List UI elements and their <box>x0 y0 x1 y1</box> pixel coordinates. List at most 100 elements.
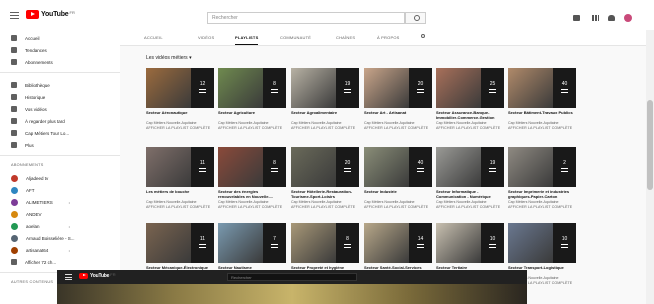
tab-1[interactable]: VIDÉOS <box>198 35 214 40</box>
playlist-card[interactable]: 12 Secteur Aéronautique Cap Métiers Nouvel… <box>146 68 214 130</box>
youtube-logo[interactable]: YouTube FR <box>26 10 75 19</box>
video-count: 19 <box>344 81 351 87</box>
playlist-title[interactable]: Secteur Bâtiment-Travaux Publics <box>508 110 576 120</box>
sidebar-item-sidebar.subscriptions-0[interactable]: Aljadeed tv <box>0 172 120 184</box>
sidebar-item-sidebar.library-1[interactable]: Historique <box>0 91 120 103</box>
playlist-thumbnail[interactable]: 8 <box>218 68 286 108</box>
playlist-card[interactable]: 19 Secteur Informatique - Communication -… <box>436 147 504 209</box>
playlist-title[interactable]: Les métiers de bouche <box>146 189 214 199</box>
sidebar-item-sidebar.items-2[interactable]: Abonnements <box>0 56 120 68</box>
view-full-playlist-link[interactable]: AFFICHER LA PLAYLIST COMPLÈTE <box>291 205 359 210</box>
sidebar-item-sidebar.library-2[interactable]: Vos vidéos <box>0 103 120 115</box>
view-full-playlist-link[interactable]: AFFICHER LA PLAYLIST COMPLÈTE <box>364 126 432 131</box>
playlist-card[interactable]: 25 Secteur Assurance-Banque-Immobilier-Co… <box>436 68 504 130</box>
playlist-thumbnail[interactable]: 25 <box>436 68 504 108</box>
playlist-card[interactable]: 8 Secteur des énergies renouvelables en N… <box>218 147 286 209</box>
sidebar-item-sidebar.subscriptions-3[interactable]: ANDEV <box>0 208 120 220</box>
menu-icon[interactable] <box>65 274 72 280</box>
playlist-card[interactable]: 11 Les métiers de bouche Cap Métiers Nouve… <box>146 147 214 209</box>
playlist-title[interactable]: Secteur Aéronautique <box>146 110 214 120</box>
logo-text: YouTube <box>41 11 69 18</box>
tab-2[interactable]: PLAYLISTS <box>235 35 259 45</box>
playlist-thumbnail[interactable]: 20 <box>291 147 359 187</box>
youtube-logo[interactable]: YouTube FR <box>79 271 116 279</box>
tab-5[interactable]: À PROPOS <box>377 35 400 40</box>
view-full-playlist-link[interactable]: AFFICHER LA PLAYLIST COMPLÈTE <box>218 205 286 210</box>
playlist-thumbnail[interactable]: 40 <box>364 147 432 187</box>
playlist-title[interactable]: Secteur des énergies renouvelables en No… <box>218 189 286 199</box>
playlist-thumbnail[interactable]: 7 <box>218 223 286 263</box>
playlist-title[interactable]: Secteur Agroalimentaire <box>291 110 359 120</box>
tab-0[interactable]: ACCUEIL <box>144 35 163 40</box>
playlist-title[interactable]: Secteur Industrie <box>364 189 432 199</box>
scrollbar-thumb[interactable] <box>647 100 653 190</box>
playlist-thumbnail[interactable]: 10 <box>436 223 504 263</box>
playlist-thumbnail[interactable]: 19 <box>436 147 504 187</box>
video-frame[interactable] <box>57 284 527 304</box>
channel-search-icon[interactable] <box>421 34 425 38</box>
sidebar-item-sidebar.subscriptions-7[interactable]: Afficher 72 ch... <box>0 256 120 268</box>
playlist-icon <box>489 168 496 172</box>
playlist-title[interactable]: Secteur Informatique - Communication - N… <box>436 189 504 199</box>
view-full-playlist-link[interactable]: AFFICHER LA PLAYLIST COMPLÈTE <box>364 205 432 210</box>
view-full-playlist-link[interactable]: AFFICHER LA PLAYLIST COMPLÈTE <box>436 126 504 131</box>
playlist-card[interactable]: 40 Secteur Industrie Cap Métiers Nouvelle-… <box>364 147 432 209</box>
view-full-playlist-link[interactable]: AFFICHER LA PLAYLIST COMPLÈTE <box>146 126 214 131</box>
playlist-thumbnail[interactable]: 20 <box>364 68 432 108</box>
view-full-playlist-link[interactable]: AFFICHER LA PLAYLIST COMPLÈTE <box>508 205 576 210</box>
logo-country: FR <box>110 271 116 277</box>
playlist-thumbnail[interactable]: 14 <box>364 223 432 263</box>
view-full-playlist-link[interactable]: AFFICHER LA PLAYLIST COMPLÈTE <box>291 126 359 131</box>
view-full-playlist-link[interactable]: AFFICHER LA PLAYLIST COMPLÈTE <box>146 205 214 210</box>
sidebar-item-sidebar.subscriptions-1[interactable]: AFT <box>0 184 120 196</box>
playlist-title[interactable]: Secteur Hôtellerie-Restauration-Tourisme… <box>291 189 359 199</box>
sidebar-item-sidebar.subscriptions-4[interactable]: aoelan • <box>0 220 120 232</box>
playlist-title[interactable]: Secteur Assurance-Banque-Immobilier-Comm… <box>436 110 504 120</box>
sidebar-item-sidebar.items-1[interactable]: Tendances <box>0 44 120 56</box>
search-input[interactable]: Rechercher <box>207 12 405 24</box>
playlist-title[interactable]: Secteur Imprimerie et industries graphiq… <box>508 189 576 199</box>
search-input[interactable]: Rechercher <box>227 273 357 281</box>
sidebar-item-label: AFT <box>26 187 35 193</box>
playlist-card[interactable]: 40 Secteur Bâtiment-Travaux Publics Cap Mé… <box>508 68 576 130</box>
playlist-card[interactable]: 20 Secteur Art - Artisanat Cap Métiers Nou… <box>364 68 432 130</box>
apps-grid-icon[interactable] <box>592 15 599 21</box>
playlist-thumbnail[interactable]: 19 <box>291 68 359 108</box>
playlist-card[interactable]: 8 Secteur Agriculture Cap Métiers Nouvelle… <box>218 68 286 130</box>
playlist-card[interactable]: 20 Secteur Hôtellerie-Restauration-Touris… <box>291 147 359 209</box>
sidebar-item-sidebar.library-3[interactable]: À regarder plus tard <box>0 115 120 127</box>
playlist-count-overlay: 11 <box>191 223 214 263</box>
sidebar-item-sidebar.subscriptions-5[interactable]: Arnaud Boisselière - S... <box>0 232 120 244</box>
menu-icon[interactable] <box>10 12 19 19</box>
mini-player[interactable]: YouTube FR Rechercher <box>57 270 527 304</box>
bell-icon[interactable] <box>608 15 615 21</box>
playlist-thumbnail[interactable]: 10 <box>508 223 576 263</box>
playlist-thumbnail[interactable]: 11 <box>146 223 214 263</box>
scrollbar[interactable] <box>646 30 654 304</box>
sidebar-item-sidebar.subscriptions-6[interactable]: artisanat64 • <box>0 244 120 256</box>
sidebar-item-sidebar.library-0[interactable]: Bibliothèque <box>0 79 120 91</box>
playlist-thumbnail[interactable]: 8 <box>291 223 359 263</box>
playlist-thumbnail[interactable]: 2 <box>508 147 576 187</box>
playlist-thumbnail[interactable]: 12 <box>146 68 214 108</box>
playlist-thumbnail[interactable]: 11 <box>146 147 214 187</box>
playlist-card[interactable]: 19 Secteur Agroalimentaire Cap Métiers Nou… <box>291 68 359 130</box>
sidebar-item-sidebar.subscriptions-2[interactable]: ALIMETIERS • <box>0 196 120 208</box>
view-full-playlist-link[interactable]: AFFICHER LA PLAYLIST COMPLÈTE <box>508 126 576 131</box>
tab-4[interactable]: CHAÎNES <box>336 35 355 40</box>
tab-3[interactable]: COMMUNAUTÉ <box>280 35 311 40</box>
playlist-thumbnail[interactable]: 8 <box>218 147 286 187</box>
video-camera-icon[interactable] <box>573 15 580 21</box>
sidebar-item-sidebar.library-5[interactable]: Plus <box>0 139 120 151</box>
playlist-thumbnail[interactable]: 40 <box>508 68 576 108</box>
sidebar-item-sidebar.items-0[interactable]: Accueil <box>0 32 120 44</box>
sidebar-item-sidebar.library-4[interactable]: Cap Métiers Tour Lo... <box>0 127 120 139</box>
shelf-title[interactable]: Les vidéos métiers ▾ <box>146 55 192 61</box>
playlist-title[interactable]: Secteur Art - Artisanat <box>364 110 432 120</box>
playlist-title[interactable]: Secteur Agriculture <box>218 110 286 120</box>
playlist-card[interactable]: 2 Secteur Imprimerie et industries graphi… <box>508 147 576 209</box>
view-full-playlist-link[interactable]: AFFICHER LA PLAYLIST COMPLÈTE <box>436 205 504 210</box>
search-button[interactable] <box>405 12 426 24</box>
view-full-playlist-link[interactable]: AFFICHER LA PLAYLIST COMPLÈTE <box>218 126 286 131</box>
account-avatar[interactable] <box>624 14 632 22</box>
